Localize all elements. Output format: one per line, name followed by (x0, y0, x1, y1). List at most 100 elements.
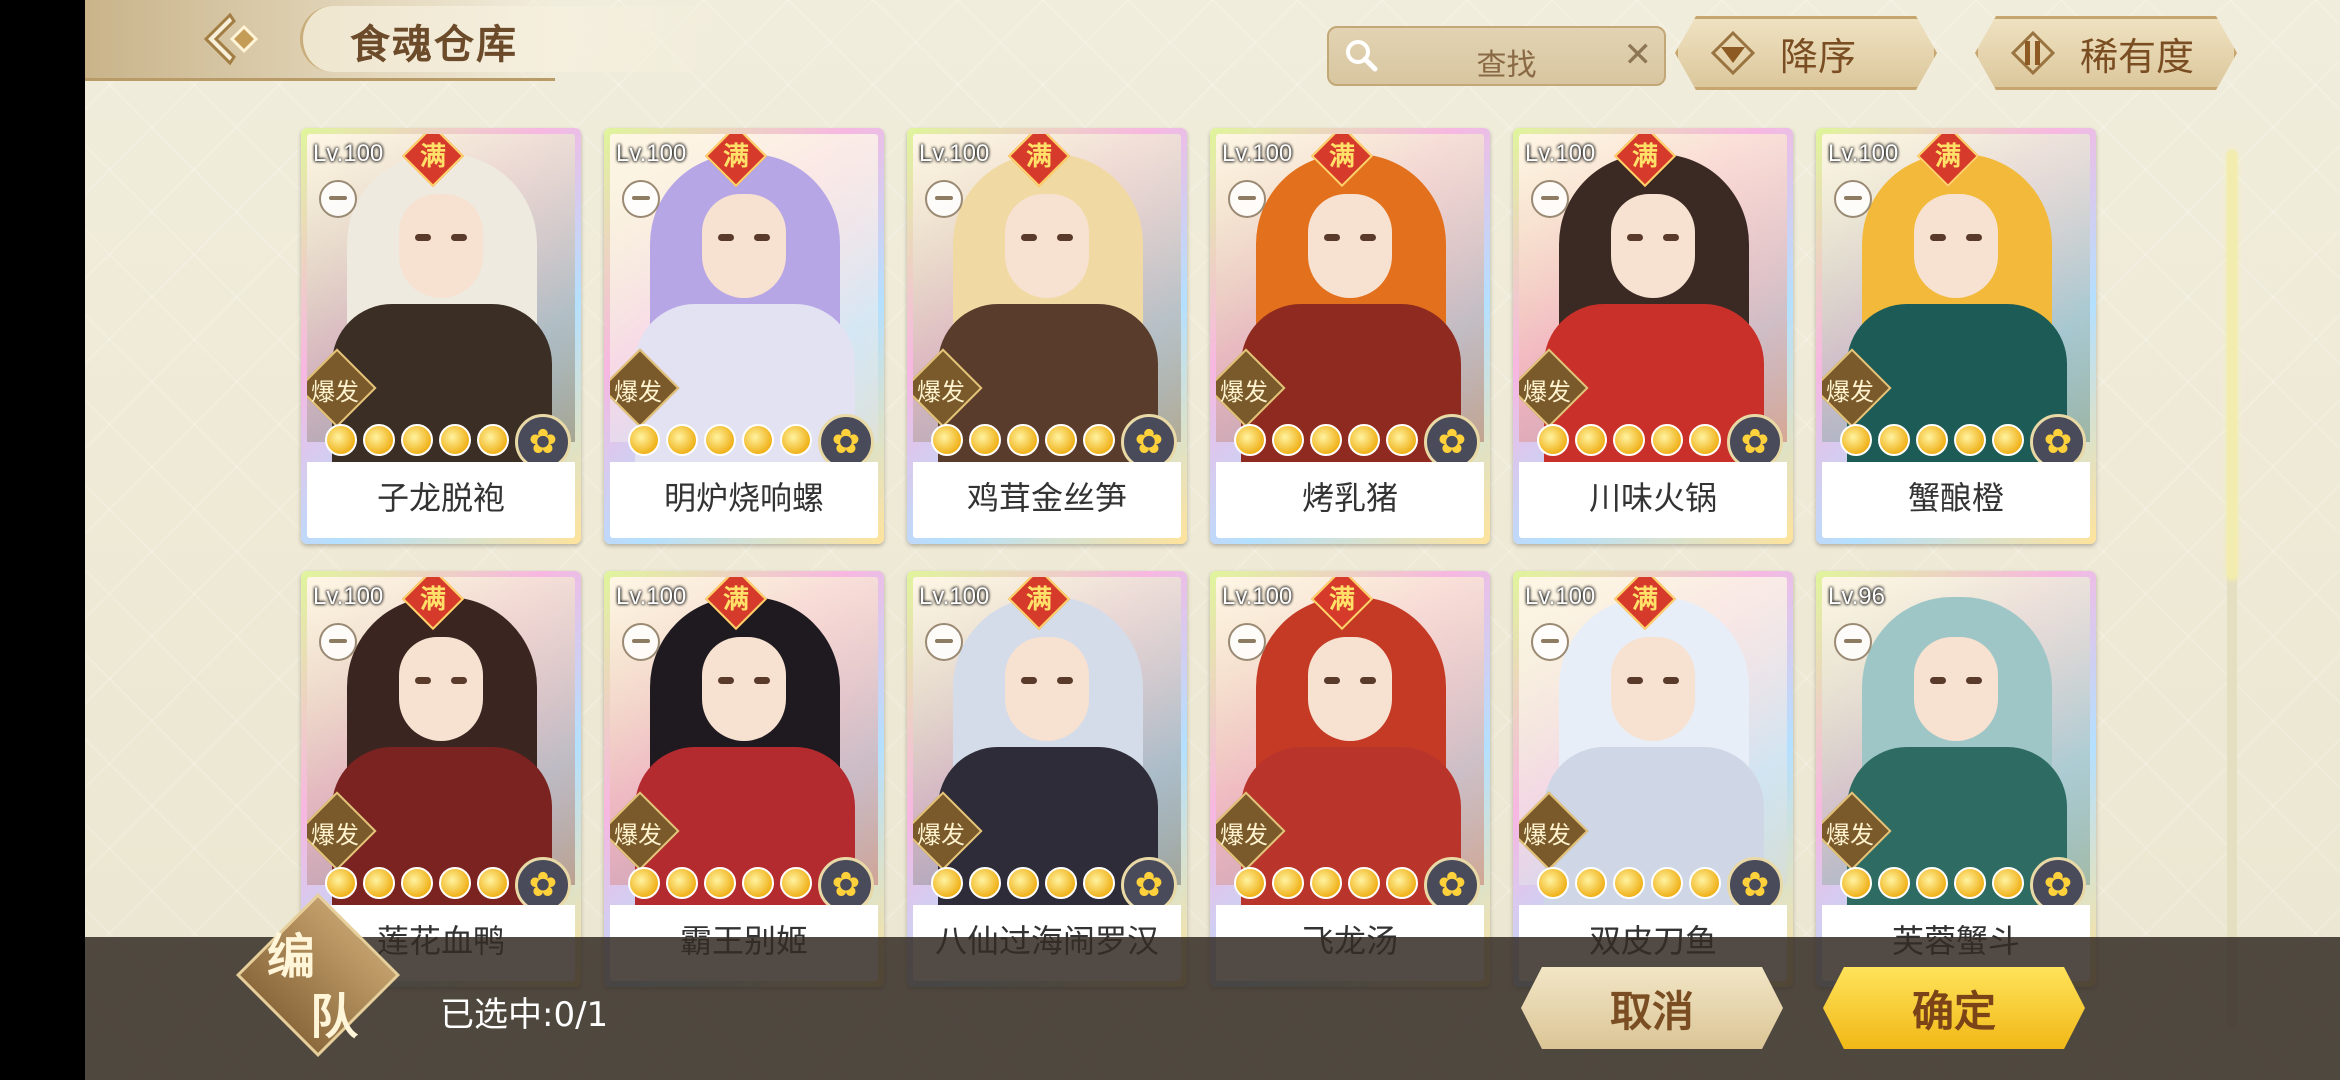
max-level-label: 满 (1631, 585, 1658, 615)
max-level-label: 满 (1025, 142, 1052, 172)
bowl-icon (319, 180, 357, 218)
max-level-label: 满 (419, 142, 446, 172)
game-screen: 食魂仓库 查找 ✕ 降序 稀有度 Lv.100 满爆发 ✿ 子龙脱袍 Lv.100 满爆发… (85, 0, 2340, 1080)
star-icon (1045, 424, 1077, 456)
star-icon (1878, 424, 1910, 456)
star-icon (780, 424, 812, 456)
star-icon (439, 424, 471, 456)
star-icon (1537, 424, 1569, 456)
star-icon (1007, 867, 1039, 899)
bowl-icon (1531, 623, 1569, 661)
star-icon (628, 867, 660, 899)
star-icon (363, 867, 395, 899)
star-icon (1840, 867, 1872, 899)
character-name: 川味火锅 (1588, 479, 1717, 517)
character-card[interactable]: Lv.100 满爆发 ✿ 明炉烧响螺 (604, 128, 884, 544)
bowl-icon (1228, 180, 1266, 218)
team-label-1: 编 (267, 929, 316, 985)
name-plate: 子龙脱袍 (307, 462, 575, 538)
bowl-icon (1228, 623, 1266, 661)
star-icon (1083, 867, 1115, 899)
scrollbar-thumb[interactable] (2227, 150, 2237, 580)
star-icon (1234, 867, 1266, 899)
level-label: Lv.100 (1222, 140, 1293, 167)
star-icon (666, 867, 698, 899)
back-button[interactable] (195, 8, 265, 70)
type-label: 爆发 (1523, 821, 1571, 849)
character-card[interactable]: Lv.96爆发✿芙蓉蟹斗 (1816, 571, 2096, 987)
sort-order-button[interactable]: 降序 (1675, 16, 1937, 90)
star-icon (1007, 424, 1039, 456)
star-rating (931, 424, 1115, 456)
cancel-button[interactable]: 取消 (1521, 967, 1783, 1049)
character-card[interactable]: Lv.100 满爆发 ✿ 烤乳猪 (1210, 128, 1490, 544)
character-card[interactable]: Lv.100 满爆发 ✿ 川味火锅 (1513, 128, 1793, 544)
star-icon (1083, 424, 1115, 456)
character-name: 明炉烧响螺 (663, 479, 824, 517)
star-rating (1537, 424, 1721, 456)
level-label: Lv.100 (1525, 140, 1596, 167)
star-icon (477, 867, 509, 899)
clear-icon[interactable]: ✕ (1624, 38, 1653, 72)
type-label: 爆发 (1826, 821, 1874, 849)
star-icon (969, 424, 1001, 456)
star-icon (363, 424, 395, 456)
page-title: 食魂仓库 (350, 21, 518, 68)
star-rating (1234, 867, 1418, 899)
scrollbar[interactable] (2227, 150, 2237, 1030)
name-plate: 蟹酿橙 (1822, 462, 2090, 538)
max-level-label: 满 (1328, 585, 1355, 615)
star-icon (1916, 424, 1948, 456)
star-icon (1575, 867, 1607, 899)
level-label: Lv.100 (919, 583, 990, 610)
level-label: Lv.100 (919, 140, 990, 167)
character-name: 子龙脱袍 (376, 479, 505, 517)
card-inner: Lv.100满爆发✿飞龙汤 (1216, 577, 1484, 981)
level-label: Lv.100 (313, 140, 384, 167)
star-icon (1840, 424, 1872, 456)
level-label: Lv.100 (616, 140, 687, 167)
character-card[interactable]: Lv.100 满爆发 ✿ 蟹酿橙 (1816, 128, 2096, 544)
star-icon (931, 867, 963, 899)
star-icon (742, 867, 774, 899)
card-inner: Lv.100 满爆发 ✿ 烤乳猪 (1216, 134, 1484, 538)
level-label: Lv.96 (1828, 583, 1885, 610)
star-icon (1613, 424, 1645, 456)
star-rating (1840, 424, 2024, 456)
confirm-button[interactable]: 确定 (1823, 967, 2085, 1049)
character-card[interactable]: Lv.100满爆发✿飞龙汤 (1210, 571, 1490, 987)
level-label: Lv.100 (1525, 583, 1596, 610)
bowl-icon (1834, 180, 1872, 218)
bowl-icon (319, 623, 357, 661)
max-level-label: 满 (1328, 142, 1355, 172)
bowl-icon (1834, 623, 1872, 661)
search-input[interactable]: 查找 ✕ (1327, 26, 1666, 86)
star-icon (1992, 424, 2024, 456)
back-arrow-icon (203, 12, 259, 66)
star-icon (325, 424, 357, 456)
level-label: Lv.100 (616, 583, 687, 610)
sort-rarity-button[interactable]: 稀有度 (1975, 16, 2237, 90)
star-icon (780, 867, 812, 899)
star-icon (325, 867, 357, 899)
star-icon (742, 424, 774, 456)
name-plate: 川味火锅 (1519, 462, 1787, 538)
name-plate: 烤乳猪 (1216, 462, 1484, 538)
bowl-icon (622, 623, 660, 661)
team-label-2: 队 (310, 989, 359, 1045)
type-label: 爆发 (1220, 378, 1268, 406)
star-icon (1651, 424, 1683, 456)
character-card[interactable]: Lv.100满爆发✿八仙过海闹罗汉 (907, 571, 1187, 987)
card-inner: Lv.100 满爆发 ✿ 鸡茸金丝笋 (913, 134, 1181, 538)
bowl-icon (925, 180, 963, 218)
name-plate: 鸡茸金丝笋 (913, 462, 1181, 538)
star-icon (401, 867, 433, 899)
type-label: 爆发 (1826, 378, 1874, 406)
character-card[interactable]: Lv.100满爆发✿霸王别姬 (604, 571, 884, 987)
character-card[interactable]: Lv.100 满爆发 ✿ 鸡茸金丝笋 (907, 128, 1187, 544)
character-card[interactable]: Lv.100 满爆发 ✿ 子龙脱袍 (301, 128, 581, 544)
max-level-label: 满 (419, 585, 446, 615)
star-rating (1840, 867, 2024, 899)
max-level-label: 满 (722, 585, 749, 615)
character-card[interactable]: Lv.100满爆发✿双皮刀鱼 (1513, 571, 1793, 987)
